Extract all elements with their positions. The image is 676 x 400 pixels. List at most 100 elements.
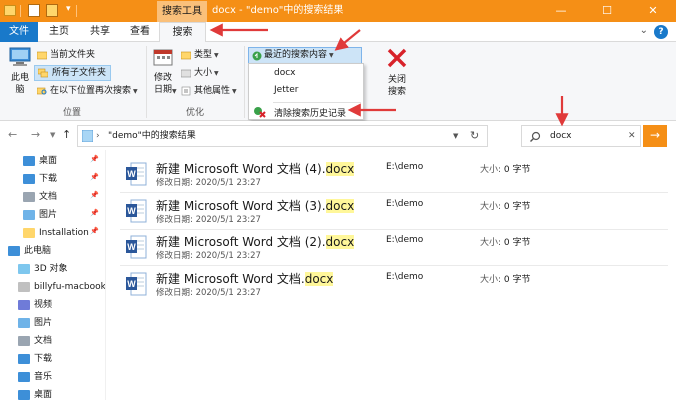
nav-item[interactable]: 桌面 — [23, 152, 57, 170]
maximize-button[interactable]: ☐ — [584, 0, 630, 22]
desktop-icon — [18, 390, 30, 400]
search-match-highlight: docx — [325, 162, 355, 176]
date-modified-button[interactable]: 修改 日期 ▼ — [150, 46, 177, 96]
word-document-icon: W — [126, 272, 147, 295]
nav-item[interactable]: billyfu-macbook — [18, 278, 105, 296]
chevron-down-icon: ▼ — [329, 52, 334, 59]
pin-icon[interactable]: 📌 — [90, 173, 99, 181]
file-location: E:\demo — [386, 271, 424, 282]
folder-icon — [37, 51, 47, 60]
file-row[interactable]: W 新建 Microsoft Word 文档 (4).docx 修改日期: 2020… — [118, 157, 668, 191]
file-row[interactable]: W 新建 Microsoft Word 文档 (3).docx 修改日期: 2020… — [118, 194, 668, 228]
address-bar[interactable]: › "demo"中的搜索结果 ▼ ↻ — [77, 125, 488, 147]
desktop-icon — [23, 156, 35, 166]
pin-icon[interactable]: 📌 — [90, 155, 99, 163]
minimize-button[interactable]: — — [538, 0, 584, 22]
nav-item[interactable]: 视频 — [18, 296, 52, 314]
pin-icon[interactable]: 📌 — [90, 191, 99, 199]
file-name: 新建 Microsoft Word 文档.docx — [156, 270, 334, 287]
new-folder-icon[interactable] — [46, 4, 58, 17]
tab-home[interactable]: 主页 — [38, 22, 80, 42]
nav-item-label: 此电脑 — [24, 246, 52, 256]
back-arrow-icon[interactable]: ← — [8, 128, 17, 141]
file-row[interactable]: W 新建 Microsoft Word 文档 (2).docx 修改日期: 2020… — [118, 230, 668, 264]
recent-search-item[interactable]: Jetter — [274, 85, 299, 95]
svg-text:W: W — [127, 169, 136, 179]
search-match-highlight: docx — [325, 235, 355, 249]
close-search-label: 关闭 搜索 — [387, 75, 406, 97]
refine-group-label: 优化 — [185, 108, 204, 118]
help-icon[interactable]: ? — [654, 25, 668, 39]
all-subfolders-button[interactable]: 所有子文件夹 — [34, 65, 112, 81]
pin-icon[interactable]: 📌 — [90, 209, 99, 217]
this-pc-button[interactable]: 此电 脑 — [6, 46, 34, 96]
nav-item[interactable]: 下载 — [23, 170, 57, 188]
close-button[interactable]: ✕ — [630, 0, 676, 22]
tab-view[interactable]: 查看 — [120, 22, 160, 42]
nav-item[interactable]: 文档 — [23, 188, 57, 206]
breadcrumb-separator-icon: › — [96, 131, 100, 141]
nav-item[interactable]: 桌面 — [18, 386, 52, 400]
nav-item[interactable]: 图片 — [18, 314, 52, 332]
properties-icon[interactable] — [28, 4, 40, 17]
nav-item[interactable]: 3D 对象 — [18, 260, 68, 278]
size-label: 大小: — [480, 274, 502, 285]
search-again-in-button[interactable]: 在以下位置再次搜索 ▼ — [36, 83, 138, 99]
search-input[interactable]: docx ✕ — [521, 125, 641, 147]
file-name: 新建 Microsoft Word 文档 (3).docx — [156, 197, 355, 214]
tab-share[interactable]: 共享 — [80, 22, 120, 42]
nav-item[interactable]: 下载 — [18, 350, 52, 368]
title-bar: ▾ 搜索工具 docx - "demo"中的搜索结果 — ☐ ✕ — [0, 0, 676, 22]
kind-button[interactable]: 类型 ▼ — [180, 47, 219, 63]
forward-arrow-icon[interactable]: → — [31, 128, 40, 141]
clear-search-history-item[interactable]: 清除搜索历史记录 — [254, 106, 346, 119]
file-name-prefix: 新建 Microsoft Word 文档 (3). — [156, 198, 326, 213]
current-folder-button[interactable]: 当前文件夹 — [36, 47, 95, 63]
chevron-down-icon: ▼ — [172, 88, 177, 95]
close-search-button[interactable]: 关闭 搜索 — [383, 46, 411, 98]
menu-separator — [273, 102, 361, 103]
up-arrow-icon[interactable]: ↑ — [62, 128, 71, 141]
file-row[interactable]: W 新建 Microsoft Word 文档.docx 修改日期: 2020/5/1… — [118, 267, 668, 301]
pin-icon[interactable]: 📌 — [90, 227, 99, 235]
search-go-button[interactable]: → — [643, 125, 667, 147]
size-value: 0 字节 — [503, 238, 531, 248]
recent-locations-icon[interactable]: ▼ — [50, 131, 55, 139]
refresh-icon[interactable]: ↻ — [470, 126, 479, 146]
nav-item-label: 文档 — [39, 192, 58, 202]
ribbon-tabs: 文件 主页 共享 查看 搜索 ⌄ ? — [0, 22, 676, 43]
recent-searches-button[interactable]: 最近的搜索内容 ▼ — [248, 47, 362, 64]
quick-access-dropdown-icon[interactable]: ▾ — [66, 4, 71, 14]
search-again-in-label: 在以下位置再次搜索 — [50, 86, 132, 96]
chevron-down-icon: ▼ — [133, 88, 138, 95]
search-match-highlight: docx — [325, 198, 355, 213]
nav-item[interactable]: 文档 — [18, 332, 52, 350]
nav-item-label: 桌面 — [34, 390, 53, 400]
nav-item[interactable]: 音乐 — [18, 368, 52, 386]
kind-icon — [181, 51, 191, 60]
chevron-down-icon: ▼ — [214, 52, 219, 59]
search-results-list: W 新建 Microsoft Word 文档 (4).docx 修改日期: 2020… — [106, 150, 676, 400]
search-icon — [530, 131, 541, 142]
address-dropdown-icon[interactable]: ▼ — [453, 126, 458, 146]
other-properties-button[interactable]: 其他属性 ▼ — [180, 83, 237, 99]
navigation-pane: 桌面 📌 下载 📌 文档 📌 图片 📌 Installation 📌 此电脑 3D 对象 billyfu… — [0, 150, 106, 400]
nav-item[interactable]: 图片 — [23, 206, 57, 224]
date-label: 修改日期: — [156, 214, 193, 225]
size-label: 大小: — [480, 165, 502, 175]
date-value: 2020/5/1 23:27 — [195, 251, 261, 261]
nav-item[interactable]: Installation — [23, 224, 89, 242]
recent-search-item[interactable]: docx — [274, 68, 296, 78]
clear-search-icon[interactable]: ✕ — [628, 126, 636, 146]
tab-file[interactable]: 文件 — [0, 22, 38, 42]
file-location: E:\demo — [386, 198, 424, 209]
chevron-down-icon[interactable]: ⌄ — [640, 25, 648, 36]
documents-icon — [18, 336, 30, 346]
recent-searches-menu: docx Jetter 清除搜索历史记录 — [248, 63, 364, 120]
nav-item[interactable]: 此电脑 — [8, 242, 51, 260]
address-path: "demo"中的搜索结果 — [108, 131, 196, 141]
nav-item-label: 图片 — [34, 318, 53, 328]
other-properties-label: 其他属性 — [194, 86, 231, 96]
tab-search[interactable]: 搜索 — [159, 22, 206, 43]
size-button[interactable]: 大小 ▼ — [180, 65, 219, 81]
